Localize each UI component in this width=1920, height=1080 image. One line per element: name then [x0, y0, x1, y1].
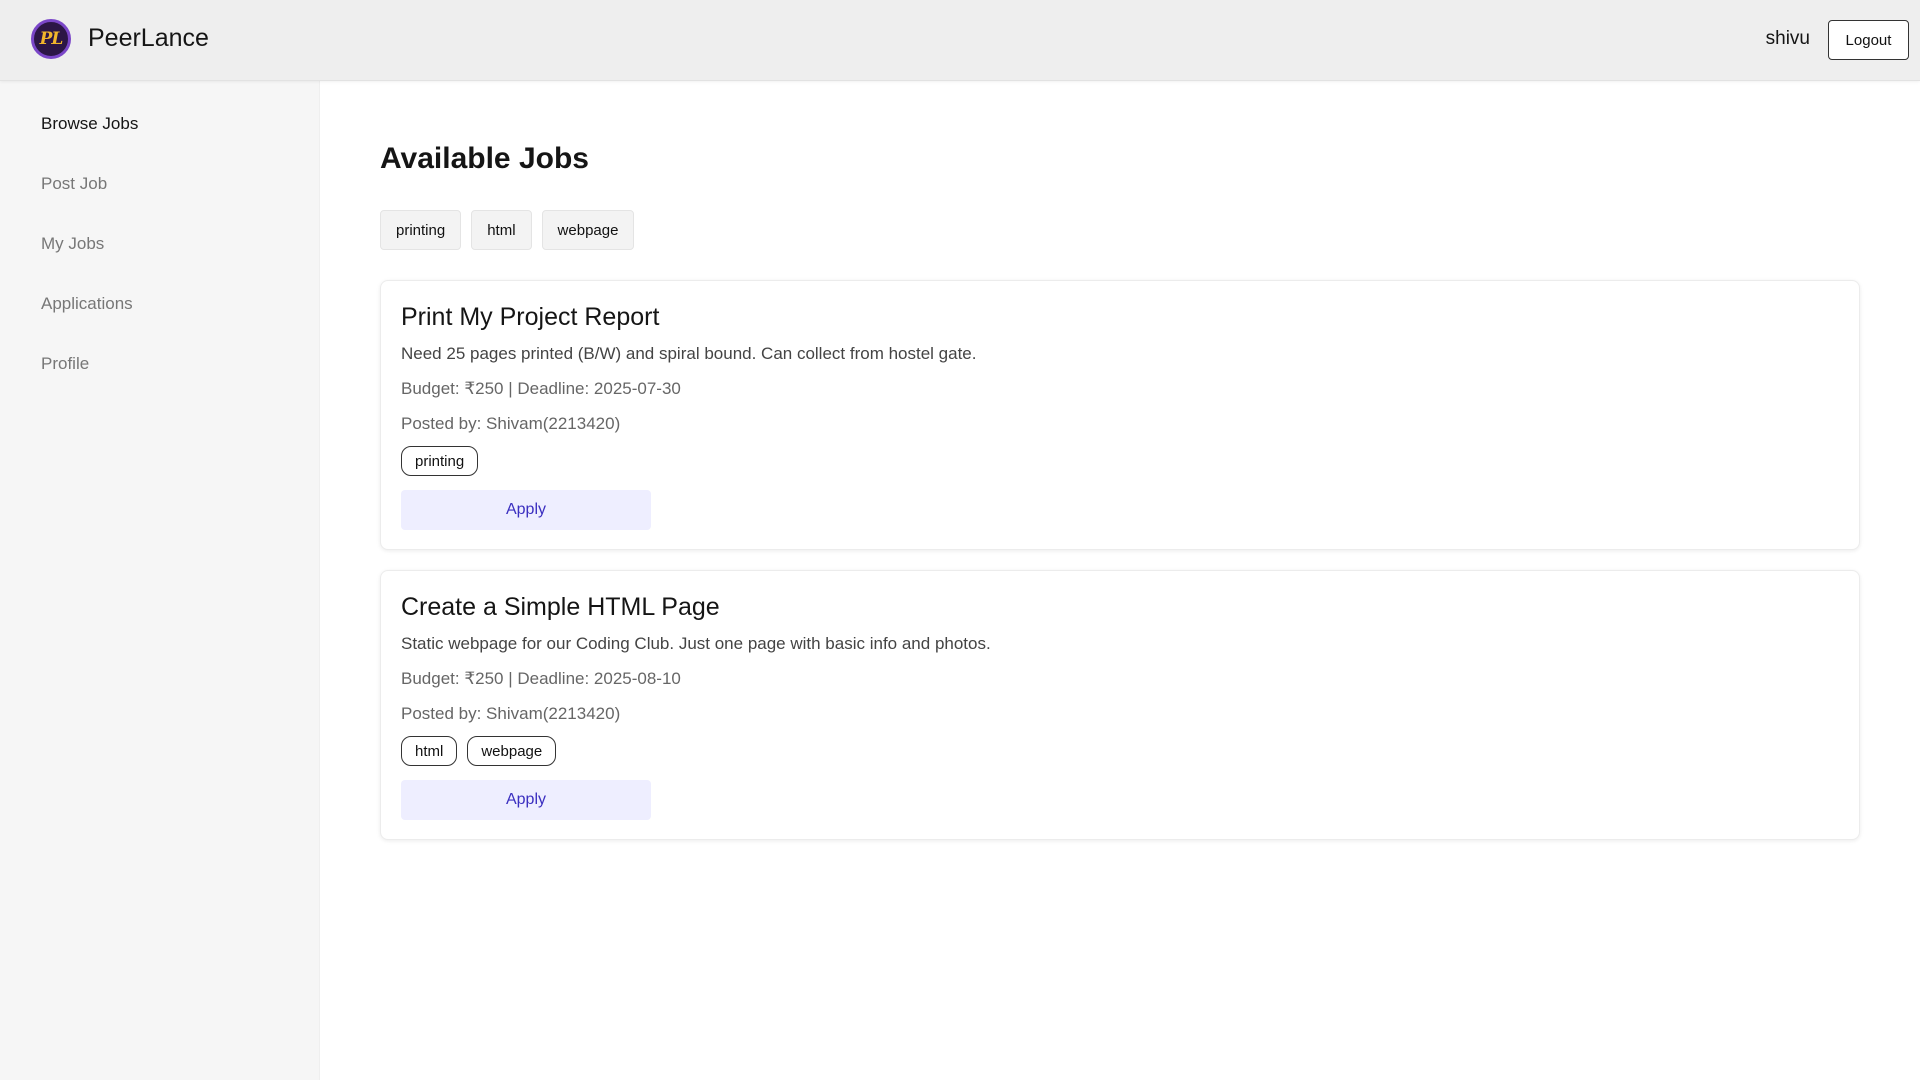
sidebar-item-applications[interactable]: Applications [41, 294, 133, 314]
logo-text: PL [39, 29, 64, 49]
logout-button[interactable]: Logout [1828, 20, 1909, 60]
job-description: Need 25 pages printed (B/W) and spiral b… [401, 344, 977, 363]
page-title: Available Jobs [380, 142, 589, 175]
filter-chip-html[interactable]: html [471, 210, 532, 250]
sidebar-item-my-jobs[interactable]: My Jobs [41, 234, 104, 254]
top-navbar: PL PeerLance shivu Logout [0, 0, 1920, 81]
username-label: shivu [1765, 28, 1810, 49]
peerlance-logo[interactable]: PL [31, 19, 71, 59]
tag-filter-bar: printing html webpage [380, 210, 635, 250]
apply-button[interactable]: Apply [401, 780, 651, 820]
job-card: Create a Simple HTML Page Static webpage… [380, 570, 1860, 840]
sidebar-item-browse-jobs[interactable]: Browse Jobs [41, 114, 138, 134]
job-card: Print My Project Report Need 25 pages pr… [380, 280, 1860, 550]
apply-button[interactable]: Apply [401, 490, 651, 530]
job-tag: html [401, 736, 458, 766]
job-title: Print My Project Report [401, 303, 660, 331]
job-posted-by: Posted by: Shivam(2213420) [401, 414, 621, 433]
job-tag: printing [401, 446, 479, 476]
main-content: Available Jobs printing html webpage Pri… [320, 81, 1920, 1080]
job-tag: webpage [467, 736, 557, 766]
job-tags: html webpage [401, 736, 557, 766]
filter-chip-printing[interactable]: printing [380, 210, 462, 250]
job-budget-deadline: Budget: ₹250 | Deadline: 2025-08-10 [401, 669, 681, 688]
sidebar-item-profile[interactable]: Profile [41, 354, 89, 374]
job-budget-deadline: Budget: ₹250 | Deadline: 2025-07-30 [401, 379, 681, 398]
job-tags: printing [401, 446, 479, 476]
job-title: Create a Simple HTML Page [401, 593, 720, 621]
brand-name[interactable]: PeerLance [88, 24, 209, 53]
job-description: Static webpage for our Coding Club. Just… [401, 634, 991, 653]
sidebar: Browse Jobs Post Job My Jobs Application… [0, 81, 320, 1080]
sidebar-item-post-job[interactable]: Post Job [41, 174, 107, 194]
filter-chip-webpage[interactable]: webpage [541, 210, 635, 250]
job-posted-by: Posted by: Shivam(2213420) [401, 704, 621, 723]
